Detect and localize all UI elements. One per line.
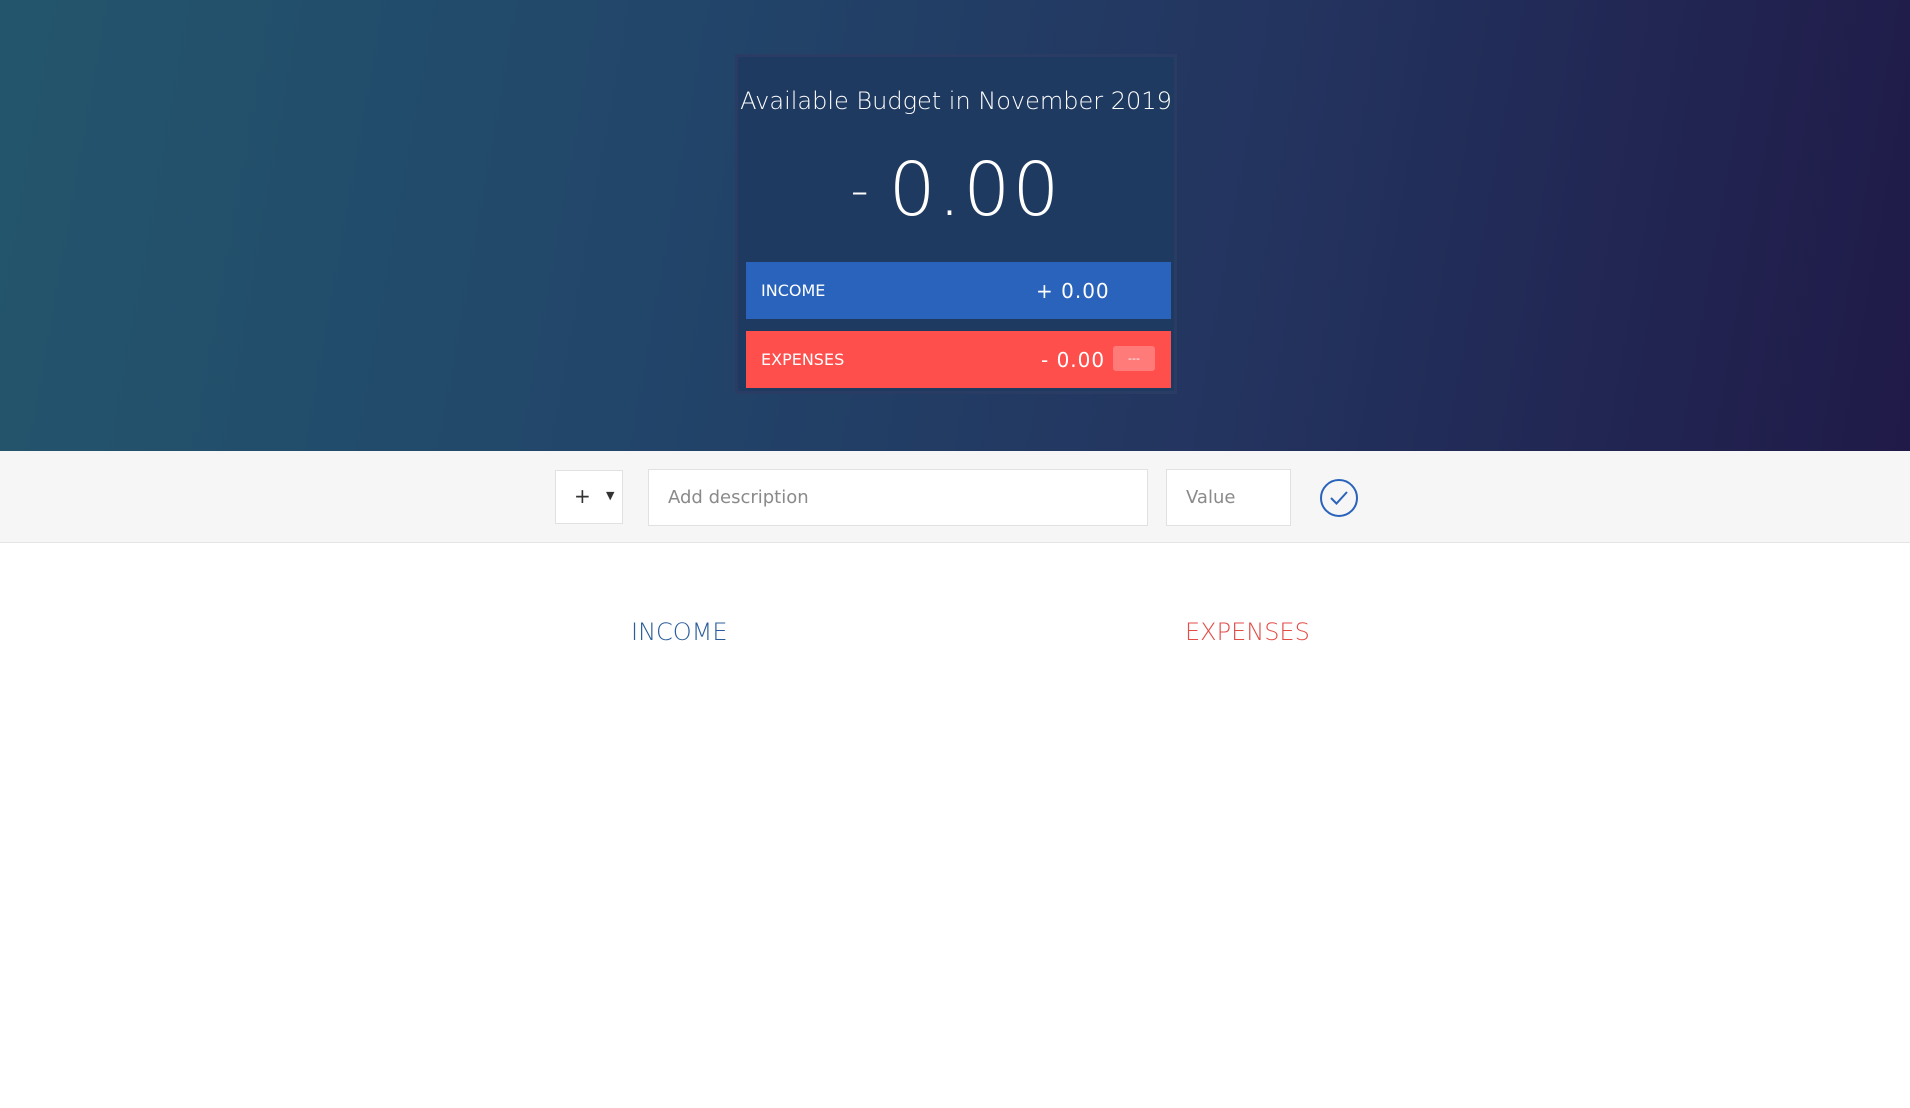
expenses-percentage-badge: --- [1113,346,1155,371]
expenses-summary-label: EXPENSES [761,350,845,369]
description-input[interactable] [648,469,1148,526]
budget-title: Available Budget in November 2019 [740,87,1172,115]
submit-button[interactable] [1320,479,1358,517]
budget-summary-panel: Available Budget in November 2019 -0.00 … [735,54,1177,394]
add-item-bar: + ▼ [0,451,1910,543]
type-select[interactable]: + ▼ [555,470,623,524]
checkmark-circle-icon [1330,491,1348,505]
budget-amount: 0.00 [888,147,1062,233]
income-list-title: INCOME [631,618,728,646]
income-summary-bar: INCOME + 0.00 [746,262,1171,319]
income-summary-label: INCOME [761,281,826,300]
available-budget-value: -0.00 [738,147,1174,233]
caret-down-icon: ▼ [606,489,615,502]
type-select-value: + [574,484,591,508]
expenses-list-title: EXPENSES [1185,618,1310,646]
budget-header: Available Budget in November 2019 -0.00 … [0,0,1910,451]
expenses-summary-value: - 0.00 [1041,348,1106,372]
income-summary-value: + 0.00 [1036,279,1110,303]
budget-sign: - [850,161,871,219]
value-input[interactable] [1166,469,1291,526]
expenses-summary-bar: EXPENSES - 0.00 --- [746,331,1171,388]
